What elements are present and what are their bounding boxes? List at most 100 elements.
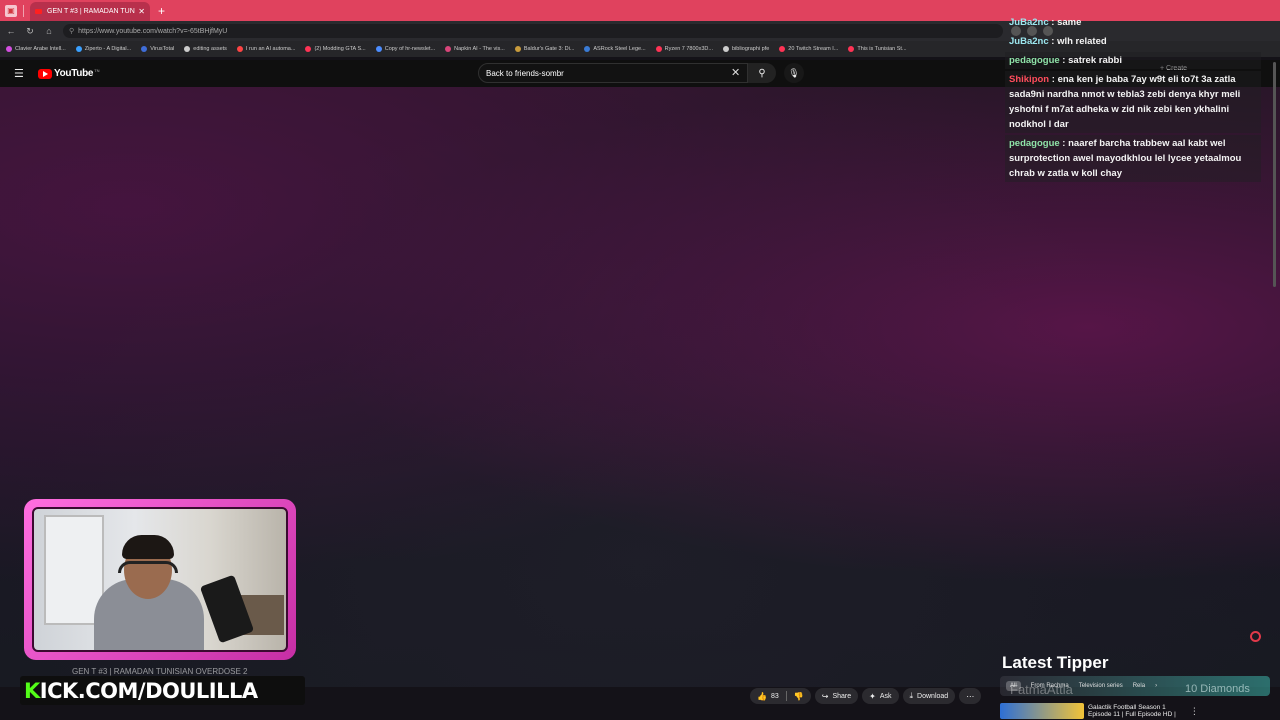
bookmark-item[interactable]: Clavier Arabe Intell... [6,46,66,52]
latest-tipper-heading: Latest Tipper [1002,653,1109,672]
video-title: GEN T #3 | RAMADAN TUNISIAN OVERDOSE 2 [72,667,248,676]
chat-username[interactable]: JuBa2nc [1009,17,1049,28]
sparkle-icon: ✦ [869,691,876,701]
new-tab-icon[interactable]: + [158,4,165,18]
share-button[interactable]: ↪ Share [814,688,859,704]
youtube-country-code: TN [94,68,100,73]
search-input[interactable]: Back to friends-sombr [478,63,748,83]
headset [118,561,178,573]
clear-search-icon[interactable]: ✕ [731,66,740,79]
bookmark-favicon-icon [445,46,452,52]
download-button[interactable]: ⤓ Download [902,688,956,704]
bookmark-item[interactable]: This is Tunisian St... [848,46,907,52]
more-actions-button[interactable]: ⋯ [959,688,982,704]
chat-text: satrek rabbi [1068,55,1122,66]
chat-overlay: JuBa2nc : same JuBa2nc : wlh related pedag… [1005,14,1261,184]
chat-text: wlh related [1057,36,1107,47]
webcam-overlay [24,499,296,660]
bookmark-favicon-icon [514,46,521,52]
chat-separator: : [1049,74,1058,85]
more-icon: ⋯ [966,691,975,701]
like-button[interactable]: 👍 83 👎 [750,688,811,704]
bookmark-label: This is Tunisian St... [857,46,907,52]
recommended-title-line1: Galactik Football Season 1 [1088,704,1166,711]
bookmark-item[interactable]: I run an AI automa... [236,46,295,52]
chat-username[interactable]: Shikipon [1009,74,1049,85]
chat-message: pedagogue : satrek rabbi [1005,52,1261,69]
home-icon[interactable]: ⌂ [41,26,57,36]
chat-text: same [1057,17,1082,28]
bookmark-item[interactable]: 20 Twitch Stream I... [779,46,838,52]
bookmark-label: 20 Twitch Stream I... [788,46,839,52]
tab-close-icon[interactable]: ✕ [138,7,145,16]
share-label: Share [832,692,852,700]
tipper-amount: 10 Diamonds [1185,683,1250,695]
download-label: Download [917,692,949,700]
tab-title: GEN T #3 | RAMADAN TUNISIAN [47,8,136,15]
bookmark-item[interactable]: Ziperto - A Digital... [75,46,131,52]
recommended-title-line2: Episode 11 | Full Episode HD | [1088,711,1176,718]
recommended-video[interactable]: Galactik Football Season 1 Episode 11 | … [1000,702,1270,720]
voice-search-button[interactable]: 🎙 [784,63,804,83]
chat-username[interactable]: pedagogue [1009,138,1060,149]
chat-message: JuBa2nc : wlh related [1005,33,1261,50]
download-icon: ⤓ [909,691,914,700]
chat-username[interactable]: pedagogue [1009,55,1060,66]
bookmark-label: Napkin AI - The vis... [454,46,505,52]
bookmark-item[interactable]: ASRock Steel Lege... [584,46,646,52]
chat-message: Shikipon : ena ken je baba 7ay w9t eli t… [1005,71,1261,133]
bookmark-item[interactable]: Ryzen 7 7800x3D... [655,46,713,52]
kick-banner: K ICK.COM/DOULILLA [20,676,305,705]
bookmark-item[interactable]: bibliographi pfe [722,46,769,52]
ask-button[interactable]: ✦ Ask [862,688,899,704]
back-icon[interactable]: ← [3,26,19,36]
tab-divider [23,4,24,17]
youtube-play-icon [38,68,52,79]
bookmark-item[interactable]: Napkin AI - The vis... [445,46,505,52]
chat-username[interactable]: JuBa2nc [1009,36,1049,47]
bookmark-item[interactable]: Baldur's Gate 3: Di... [514,46,575,52]
recommended-thumbnail[interactable] [1000,703,1084,719]
share-icon: ↪ [821,691,829,701]
tipper-name: FatmaAttia [1010,682,1073,697]
bookmark-label: Clavier Arabe Intell... [15,46,66,52]
chips-next-icon[interactable]: › [1155,683,1157,689]
search-icon: ⚲ [758,67,766,79]
browser-app-icon[interactable]: ▣ [5,4,17,17]
url-text: https://www.youtube.com/watch?v=-65tBHjf… [78,27,228,35]
more-options-icon[interactable]: ⋮ [1190,706,1199,717]
filter-chip[interactable]: Television series [1079,683,1123,689]
youtube-logo[interactable]: YouTube TN [38,68,100,79]
page-scrollbar[interactable] [1273,62,1276,287]
bookmark-favicon-icon [655,46,662,52]
bookmark-favicon-icon [584,46,591,52]
chat-message: pedagogue : naaref barcha trabbew aal ka… [1005,135,1261,182]
microphone-icon: 🎙 [788,67,800,78]
microphone [199,574,255,644]
filter-chip[interactable]: Rela [1133,683,1145,689]
bookmark-favicon-icon [779,46,786,52]
tab-youtube-active[interactable]: GEN T #3 | RAMADAN TUNISIAN ✕ [30,2,150,21]
chat-separator: : [1048,17,1058,28]
bookmark-item[interactable]: editing assets [184,46,227,52]
streamer-hair [122,535,174,559]
kick-banner-k: K [24,678,40,703]
bookmark-item[interactable]: Copy of hr-newslet... [375,46,436,52]
bookmark-item[interactable]: (2) Modding GTA S... [305,46,366,52]
bookmark-favicon-icon [848,46,855,52]
like-count: 83 [770,692,779,700]
recommended-title[interactable]: Galactik Football Season 1 Episode 11 | … [1088,704,1176,718]
thumbs-down-icon[interactable]: 👎 [794,692,804,701]
hamburger-menu-icon[interactable]: ☰ [14,67,28,80]
bookmark-favicon-icon [184,46,191,52]
bookmark-item[interactable]: VirusTotal [141,46,174,52]
reload-icon[interactable]: ↻ [22,26,38,37]
bookmark-label: Copy of hr-newslet... [384,46,436,52]
webcam-feed [32,507,288,652]
bookmark-label: Baldur's Gate 3: Di... [523,46,575,52]
bookmark-label: VirusTotal [150,46,175,52]
thumbs-up-icon: 👍 [757,691,767,701]
url-field[interactable]: ⚲ https://www.youtube.com/watch?v=-65tBH… [63,24,1003,38]
site-info-icon[interactable]: ⚲ [69,27,74,35]
search-button[interactable]: ⚲ [748,63,776,83]
